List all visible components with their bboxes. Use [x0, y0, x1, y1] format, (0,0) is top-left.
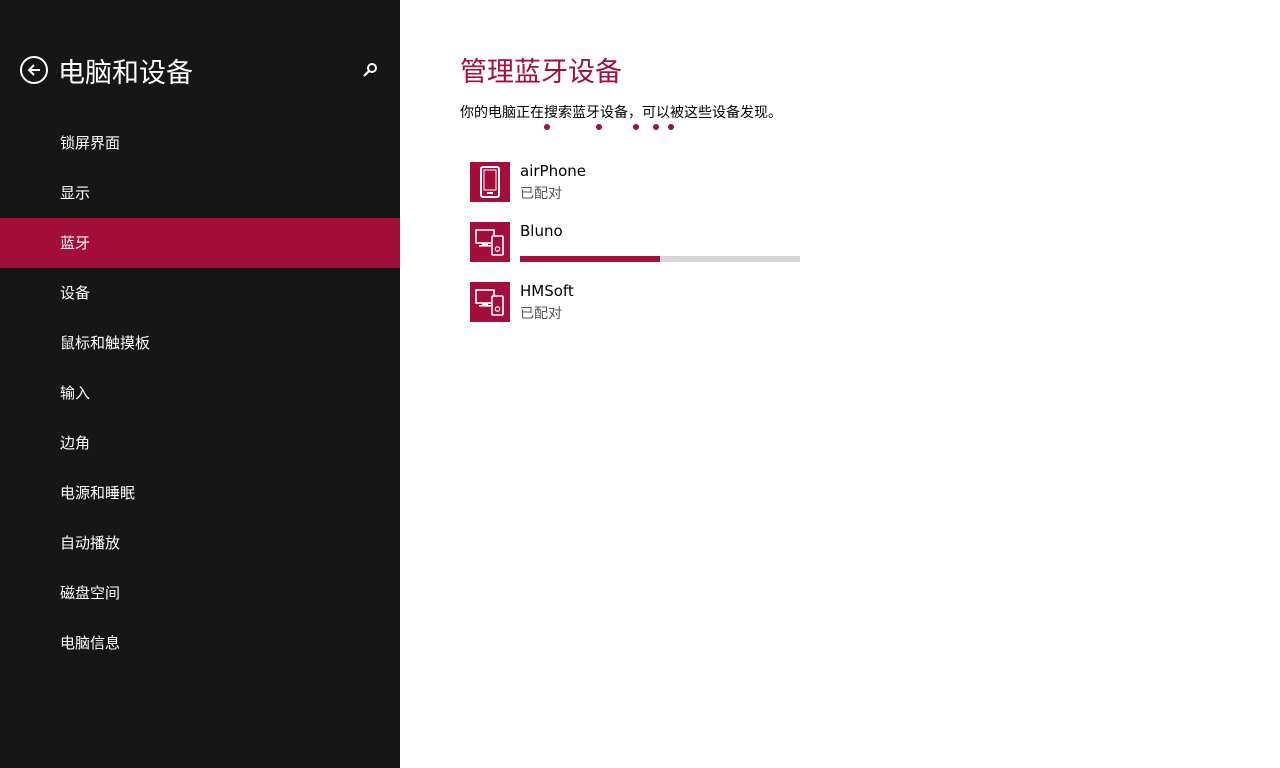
sidebar-item-display[interactable]: 显示 [0, 168, 400, 218]
sidebar-item-corners[interactable]: 边角 [0, 418, 400, 468]
sidebar-item-mouse-touchpad[interactable]: 鼠标和触摸板 [0, 318, 400, 368]
sidebar-title: 电脑和设备 [58, 57, 193, 89]
pairing-progress-bar [520, 256, 800, 262]
progress-dot [653, 124, 659, 130]
progress-dot [633, 124, 639, 130]
device-status: 已配对 [520, 306, 562, 322]
sidebar-item-disk-space[interactable]: 磁盘空间 [0, 568, 400, 618]
searching-progress-dots [460, 124, 760, 134]
device-bluno[interactable]: Bluno [470, 222, 870, 262]
device-name: Bluno [520, 222, 563, 240]
sidebar-item-autoplay[interactable]: 自动播放 [0, 518, 400, 568]
progress-dot [544, 124, 550, 130]
phone-icon [470, 162, 510, 202]
sidebar: 电脑和设备 锁屏界面 显示 蓝牙 设备 鼠标和触摸板 输入 边角 电源和睡眠 自… [0, 0, 400, 768]
device-name: HMSoft [520, 282, 574, 300]
sidebar-item-typing[interactable]: 输入 [0, 368, 400, 418]
device-list: airPhone 已配对 Bluno HMSoft 已配对 [470, 162, 870, 342]
sidebar-item-lock-screen[interactable]: 锁屏界面 [0, 118, 400, 168]
sidebar-item-devices[interactable]: 设备 [0, 268, 400, 318]
main-content: 管理蓝牙设备 你的电脑正在搜索蓝牙设备，可以被这些设备发现。 airPhone … [400, 0, 1280, 768]
sidebar-item-pc-info[interactable]: 电脑信息 [0, 618, 400, 668]
device-hmsoft[interactable]: HMSoft 已配对 [470, 282, 870, 322]
progress-dot [596, 124, 602, 130]
device-status: 已配对 [520, 186, 562, 202]
devices-icon [470, 222, 510, 262]
sidebar-header: 电脑和设备 [20, 52, 390, 89]
search-status-text: 你的电脑正在搜索蓝牙设备，可以被这些设备发现。 [460, 105, 782, 121]
back-button[interactable] [20, 56, 48, 84]
sidebar-item-bluetooth[interactable]: 蓝牙 [0, 218, 400, 268]
search-icon [363, 63, 377, 77]
devices-icon [470, 282, 510, 322]
page-title: 管理蓝牙设备 [460, 57, 622, 88]
progress-dot [668, 124, 674, 130]
pairing-progress-fill [520, 256, 660, 262]
sidebar-item-power-sleep[interactable]: 电源和睡眠 [0, 468, 400, 518]
sidebar-nav: 锁屏界面 显示 蓝牙 设备 鼠标和触摸板 输入 边角 电源和睡眠 自动播放 磁盘… [0, 118, 400, 668]
search-button[interactable] [360, 60, 380, 80]
device-name: airPhone [520, 162, 586, 180]
back-arrow-icon [27, 64, 40, 76]
device-airphone[interactable]: airPhone 已配对 [470, 162, 870, 202]
